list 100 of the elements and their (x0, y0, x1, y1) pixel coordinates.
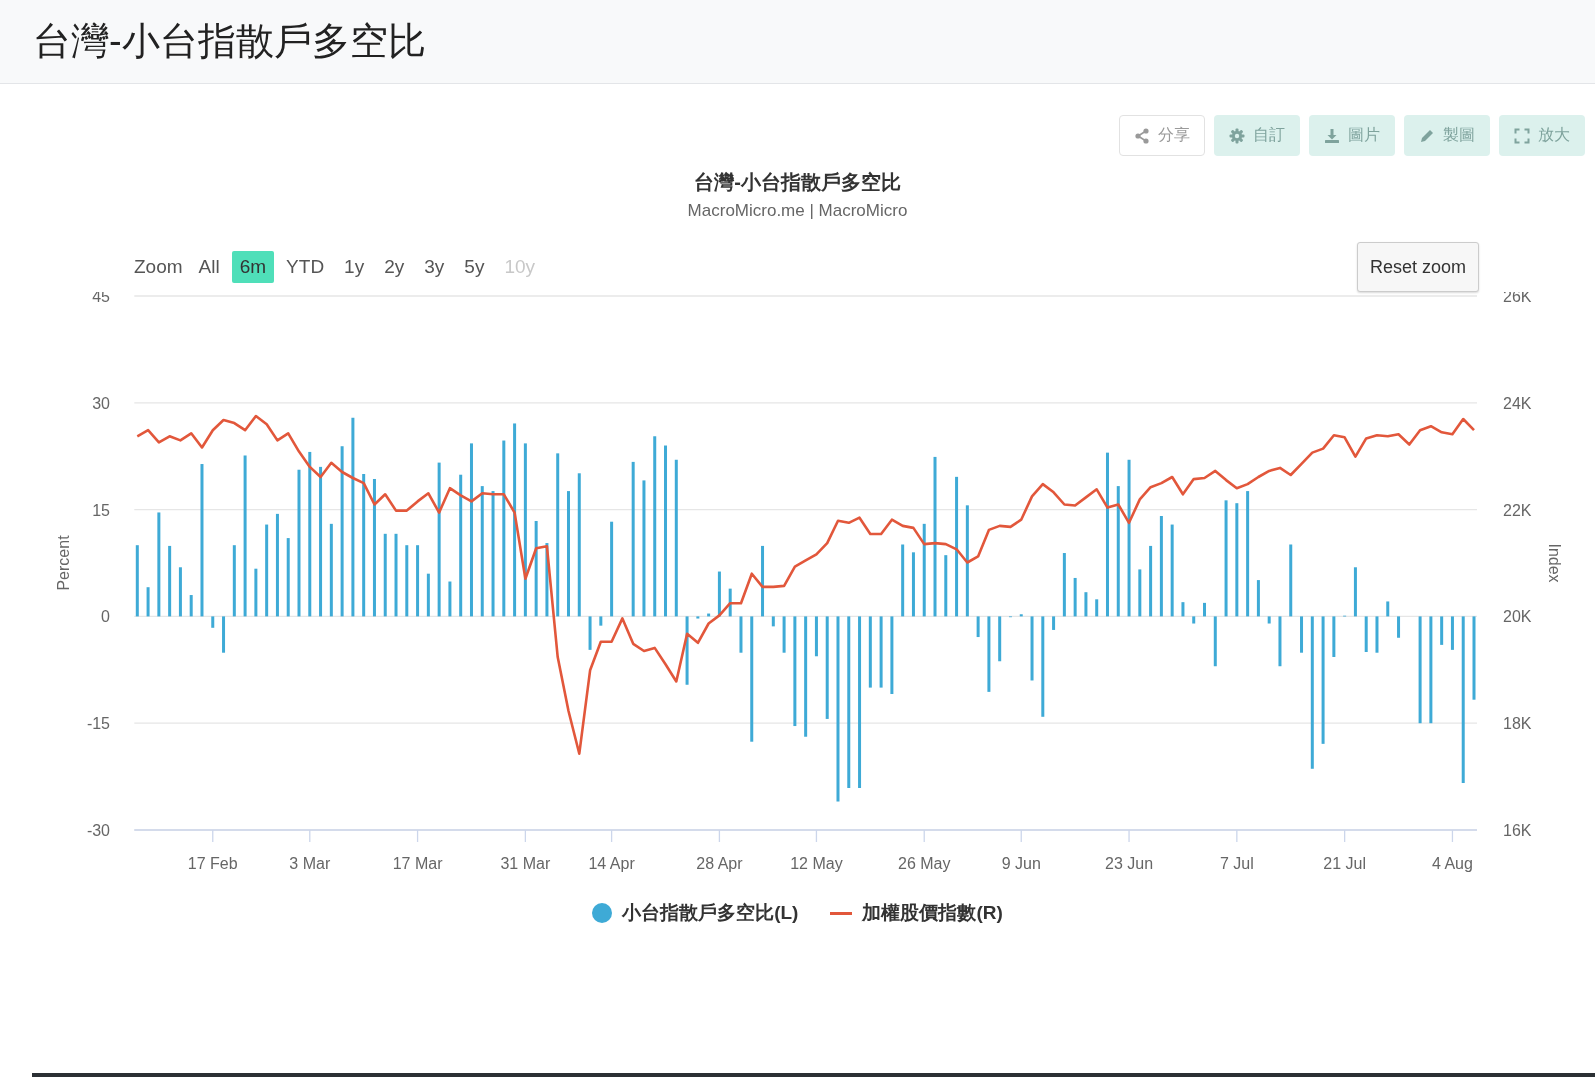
bar (178, 567, 182, 617)
bar (1084, 592, 1088, 617)
axis-label: 22K (1503, 501, 1532, 519)
bar (189, 595, 193, 617)
bar (998, 616, 1002, 662)
axis-label: 31 Mar (500, 855, 551, 872)
bar (879, 616, 883, 688)
bar (1062, 553, 1066, 617)
bar (416, 545, 420, 617)
bar (761, 545, 765, 617)
axis-label: 16K (1503, 822, 1532, 839)
page-title: 台灣-小台指散戶多空比 (33, 19, 426, 64)
range-button[interactable]: 2y (376, 251, 413, 283)
bar (782, 616, 786, 653)
pencil-icon (1419, 127, 1435, 144)
bar (1386, 601, 1390, 617)
bar (135, 545, 139, 617)
axis-label: 12 May (790, 855, 843, 872)
bar (1213, 616, 1217, 667)
range-button[interactable]: YTD (278, 251, 333, 283)
axis-title: Index (1546, 543, 1563, 583)
bar (1300, 616, 1303, 653)
axis-label: 9 Jun (1001, 855, 1041, 872)
bar (1332, 616, 1336, 657)
bar (911, 552, 915, 617)
bar (588, 616, 592, 650)
bar (685, 616, 689, 685)
axis-label: 17 Feb (187, 855, 238, 872)
bar (232, 545, 236, 617)
axis-label: 26 May (898, 855, 951, 872)
bar (1181, 602, 1185, 617)
bar (1397, 616, 1401, 638)
bar (1138, 569, 1142, 617)
range-button[interactable]: 3y (416, 251, 453, 283)
expand-icon (1514, 127, 1530, 144)
bar (168, 545, 172, 617)
bar (1149, 545, 1153, 617)
axis-label: 17 Mar (392, 855, 443, 872)
bar (254, 568, 258, 617)
bar (1364, 616, 1368, 652)
axis-label: 14 Apr (588, 855, 635, 872)
chart-subtitle: MacroMicro.me | MacroMicro (687, 201, 908, 221)
bar (814, 616, 818, 657)
bar (707, 613, 711, 617)
range-button[interactable]: 5y (456, 251, 493, 283)
bar (728, 588, 732, 617)
reset-zoom-button[interactable]: Reset zoom (1356, 242, 1479, 292)
bar (1019, 614, 1023, 617)
bar (1030, 616, 1034, 681)
range-button[interactable]: 1y (336, 251, 373, 283)
range-button[interactable]: All (190, 251, 228, 283)
axis-label: 20K (1503, 608, 1532, 626)
bar (448, 581, 452, 617)
bar (1375, 616, 1379, 653)
bar (771, 616, 775, 627)
bar (405, 545, 409, 617)
download-icon (1324, 127, 1340, 144)
bar (1052, 616, 1056, 630)
axis-label: 23 Jun (1105, 855, 1154, 872)
bar (717, 571, 721, 617)
axis-label: 4 Aug (1431, 855, 1473, 872)
legend-item[interactable]: 加權股價指數(R) (830, 900, 1003, 926)
bar (1192, 616, 1196, 624)
bar (426, 573, 430, 617)
bar (1267, 616, 1271, 624)
axis-label: 30 (92, 394, 110, 412)
bar (146, 587, 150, 617)
bar (868, 616, 872, 688)
range-button[interactable]: 6m (231, 251, 275, 283)
bar (1278, 616, 1282, 667)
bar (1440, 616, 1444, 645)
bar (976, 616, 980, 638)
bar (1256, 580, 1260, 617)
bar (599, 616, 603, 626)
axis-label: 15 (92, 501, 110, 519)
axis-label: -15 (86, 715, 110, 733)
bar (696, 616, 700, 619)
axis-label: 24K (1503, 394, 1532, 412)
bar (1353, 567, 1357, 617)
bar (1095, 599, 1099, 617)
axis-label: 7 Jul (1219, 855, 1254, 872)
axis-label: 28 Apr (696, 855, 743, 872)
axis-label: 21 Jul (1323, 855, 1366, 872)
bar (944, 555, 948, 617)
bar (222, 616, 226, 653)
bar (211, 616, 215, 628)
axis-label: 3 Mar (289, 855, 331, 872)
axis-label: -30 (86, 822, 110, 839)
legend-item[interactable]: 小台指散戶多空比(L) (592, 900, 799, 926)
bar (1073, 577, 1077, 617)
chart-title: 台灣-小台指散戶多空比 (694, 170, 901, 195)
zoom-label: Zoom (134, 256, 183, 278)
share-icon (1134, 127, 1150, 144)
bar (1203, 602, 1206, 617)
bar (739, 616, 743, 653)
axis-label: 0 (101, 608, 110, 626)
gear-icon (1229, 127, 1245, 144)
axis-title: Percent (55, 535, 72, 591)
axis-label: 18K (1503, 715, 1532, 733)
bar (1450, 616, 1454, 650)
